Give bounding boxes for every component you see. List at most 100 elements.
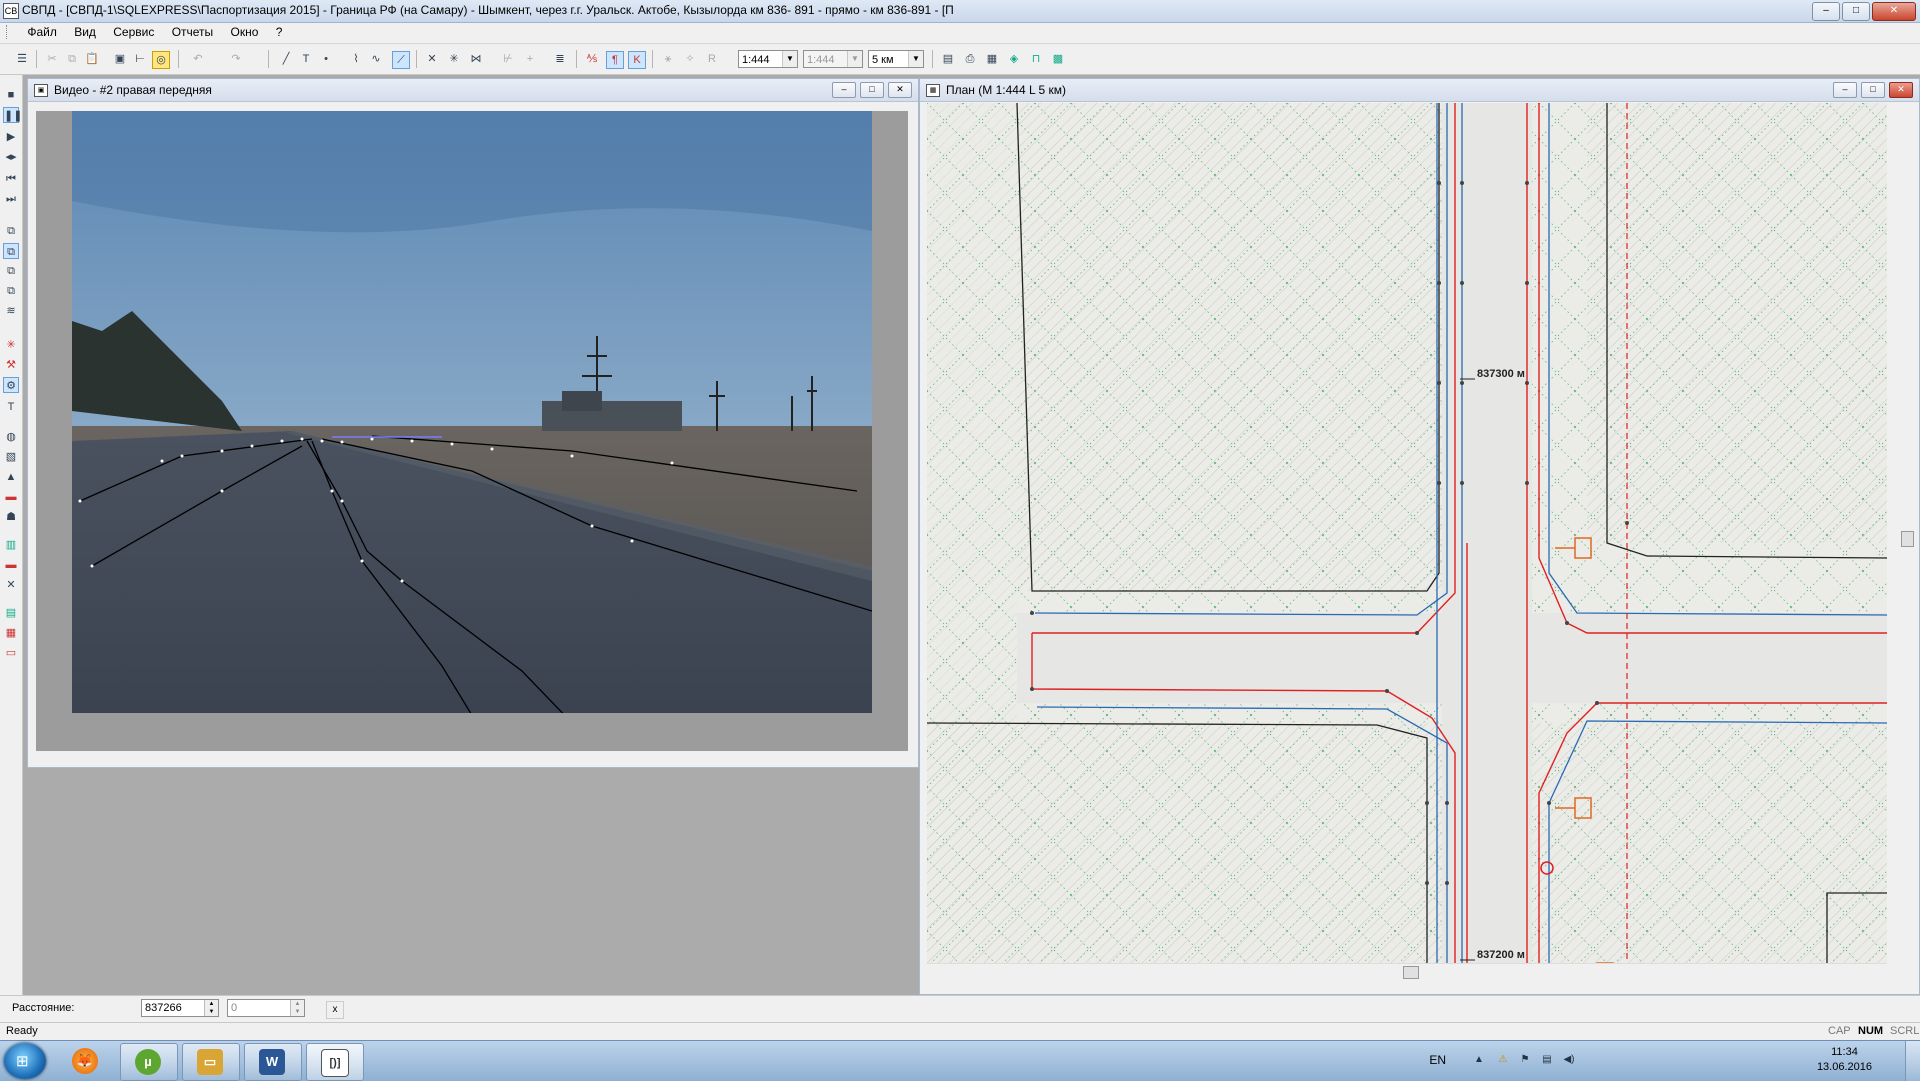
close-button[interactable]: ✕	[1872, 2, 1916, 21]
tool-icon[interactable]: ✧	[682, 51, 698, 67]
volume-icon[interactable]: ◀)	[1562, 1053, 1576, 1067]
start-button[interactable]: ⊞	[4, 1043, 46, 1079]
plus-icon[interactable]: +	[522, 51, 538, 67]
undo-icon[interactable]: ↶	[190, 51, 206, 67]
taskbar-app-explorer[interactable]: ▭	[182, 1043, 240, 1081]
node-cross-icon[interactable]: ✕	[424, 51, 440, 67]
menu-reports[interactable]: Отчеты	[165, 23, 220, 41]
layer5-icon[interactable]: ≋	[3, 303, 19, 319]
plan-vertical-scrollbar[interactable]	[1899, 103, 1915, 963]
copy-icon[interactable]: ⧉	[64, 51, 80, 67]
length-combo[interactable]: 5 км ▼	[868, 50, 924, 68]
video-minimize-button[interactable]: –	[832, 82, 856, 98]
plan-minimize-button[interactable]: –	[1833, 82, 1857, 98]
marker2-icon[interactable]: ⚒	[3, 357, 19, 373]
node-split-icon[interactable]: ✳	[446, 51, 462, 67]
window-icon[interactable]: ▤	[940, 51, 956, 67]
video-close-button[interactable]: ✕	[888, 82, 912, 98]
select-segment-icon[interactable]: ⟋	[392, 51, 410, 69]
scroll-thumb[interactable]	[1403, 966, 1419, 979]
draw-text-icon[interactable]: T	[298, 51, 314, 67]
object9-icon[interactable]: ▦	[3, 625, 19, 641]
flag-icon[interactable]: ⚑	[1518, 1053, 1532, 1067]
chevron-down-icon[interactable]: ▼	[847, 51, 862, 67]
highlight-icon[interactable]: ◎	[152, 51, 170, 69]
video-frame[interactable]	[72, 111, 872, 713]
network-icon[interactable]: ▤	[1540, 1053, 1554, 1067]
snap-icon[interactable]: ⚹	[660, 51, 676, 67]
node-merge-icon[interactable]: ⋈	[468, 51, 484, 67]
object10-icon[interactable]: ▭	[3, 645, 19, 661]
object1-icon[interactable]: ◍	[3, 429, 19, 445]
list-icon[interactable]: ≣	[552, 51, 568, 67]
plan-horizontal-scrollbar[interactable]	[927, 963, 1887, 980]
show-desktop-button[interactable]	[1905, 1041, 1920, 1081]
menu-file[interactable]: Файл	[20, 23, 64, 41]
distance-input[interactable]: 837266 ▲ ▼	[141, 999, 219, 1017]
pause-icon[interactable]: ❚❚	[3, 107, 22, 123]
object8-icon[interactable]: ▤	[3, 605, 19, 621]
tray-expand-icon[interactable]: ▲	[1472, 1053, 1486, 1067]
taskbar-app-utorrent[interactable]: µ	[120, 1043, 178, 1081]
step-icon[interactable]: ◂▸	[3, 149, 19, 165]
paragraph-icon[interactable]: ¶	[606, 51, 624, 69]
forward-icon[interactable]: ⏭	[3, 191, 19, 207]
clock[interactable]: 11:34 13.06.2016	[1817, 1045, 1872, 1075]
layer1-icon[interactable]: ⧉	[3, 223, 19, 239]
warning-icon[interactable]: ⚠	[1496, 1053, 1510, 1067]
chart-icon[interactable]: ⊓	[1028, 51, 1044, 67]
chevron-down-icon[interactable]: ▼	[782, 51, 797, 67]
cut-icon[interactable]: ✂	[44, 51, 60, 67]
grid-icon[interactable]: ▩	[1050, 51, 1066, 67]
ruler-icon[interactable]: ⅍	[584, 51, 600, 67]
measure-icon[interactable]: ⊢	[132, 51, 148, 67]
plan-window-titlebar[interactable]: ▦ План (М 1:444 L 5 км) – □ ✕	[920, 79, 1919, 102]
layer2-icon[interactable]: ⧉	[3, 243, 19, 259]
layers-icon[interactable]: ◈	[1006, 51, 1022, 67]
distance-clear-button[interactable]: x	[326, 1001, 344, 1019]
scroll-thumb[interactable]	[1901, 531, 1914, 547]
taskbar-app-word[interactable]: W	[244, 1043, 302, 1081]
km-mark-icon[interactable]: K	[628, 51, 646, 69]
object2-icon[interactable]: ▧	[3, 449, 19, 465]
taskbar-app-firefox[interactable]: 🦊	[58, 1043, 114, 1079]
spinner-icon[interactable]: ▲ ▼	[204, 1000, 218, 1016]
r-icon[interactable]: R	[704, 51, 720, 67]
video-maximize-button[interactable]: □	[860, 82, 884, 98]
text-tool-icon[interactable]: T	[3, 399, 19, 415]
plan-close-button[interactable]: ✕	[1889, 82, 1913, 98]
play-icon[interactable]: ▶	[3, 129, 19, 145]
menu-window[interactable]: Окно	[224, 23, 266, 41]
menu-help[interactable]: ?	[269, 23, 290, 41]
polyline-icon[interactable]: ⌇	[348, 51, 364, 67]
taskbar-app-svpd[interactable]: [)]	[306, 1043, 364, 1081]
plan-canvas[interactable]: 837300 м 837200 м	[927, 103, 1887, 963]
scale-combo[interactable]: 1:444 ▼	[738, 50, 798, 68]
object3-icon[interactable]: ▬	[3, 489, 19, 505]
video-window-titlebar[interactable]: ▣ Видео - #2 правая передняя – □ ✕	[28, 79, 918, 102]
layer3-icon[interactable]: ⧉	[3, 263, 19, 279]
open-icon[interactable]: ▣	[112, 51, 128, 67]
layer4-icon[interactable]: ⧉	[3, 283, 19, 299]
redo-icon[interactable]: ↷	[228, 51, 244, 67]
print-icon[interactable]: ⎙	[962, 51, 978, 67]
object4-icon[interactable]: ☗	[3, 509, 19, 525]
scale2-combo[interactable]: 1:444 ▼	[803, 50, 863, 68]
maximize-button[interactable]: □	[1842, 2, 1870, 21]
map-icon[interactable]: ▦	[984, 51, 1000, 67]
chevron-down-icon[interactable]: ▼	[908, 51, 923, 67]
spinner-icon[interactable]: ▲ ▼	[290, 1000, 304, 1016]
rewind-icon[interactable]: ⏮	[3, 171, 19, 187]
sign-icon[interactable]: ▲	[3, 469, 19, 485]
language-indicator[interactable]: EN	[1429, 1053, 1446, 1067]
object7-icon[interactable]: ✕	[3, 577, 19, 593]
menu-service[interactable]: Сервис	[106, 23, 161, 41]
fork-icon[interactable]: ⊬	[500, 51, 516, 67]
plan-maximize-button[interactable]: □	[1861, 82, 1885, 98]
draw-point-icon[interactable]: •	[318, 51, 334, 67]
distance-offset-input[interactable]: 0 ▲ ▼	[227, 999, 305, 1017]
tree-view-icon[interactable]: ☰	[14, 51, 30, 67]
curve-icon[interactable]: ∿	[368, 51, 384, 67]
object5-icon[interactable]: ▥	[3, 537, 19, 553]
minimize-button[interactable]: –	[1812, 2, 1840, 21]
